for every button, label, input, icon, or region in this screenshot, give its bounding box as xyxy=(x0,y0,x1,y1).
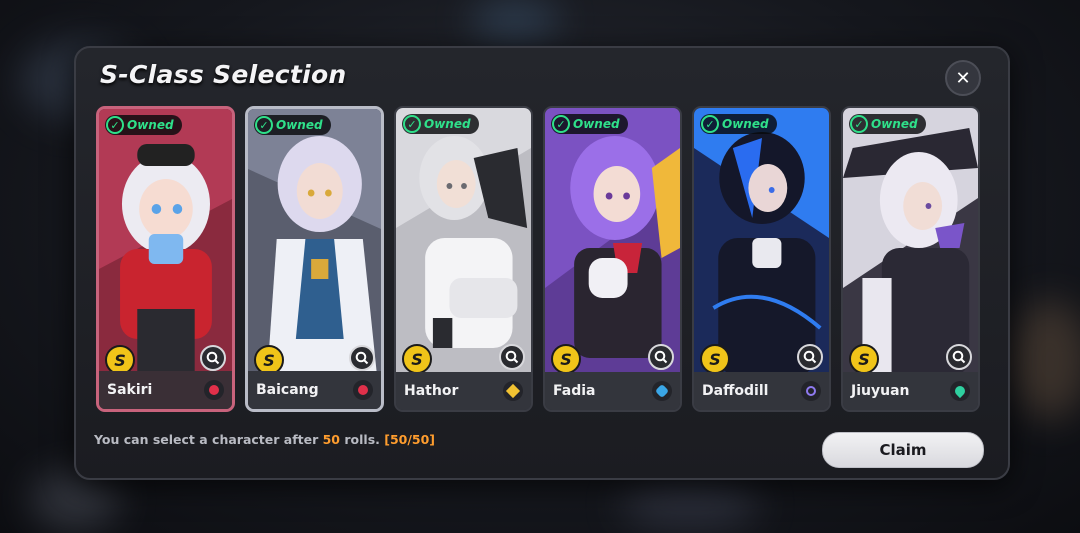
zoom-icon[interactable] xyxy=(648,344,674,370)
check-icon: ✓ xyxy=(850,115,868,133)
owned-label: Owned xyxy=(722,117,769,131)
owned-label: Owned xyxy=(424,117,471,131)
element-icon xyxy=(801,381,821,401)
selection-info-text: You can select a character after 50 roll… xyxy=(94,432,435,447)
s-rank-icon: S xyxy=(849,344,879,374)
roll-requirement: 50 xyxy=(322,432,341,447)
character-name: Daffodill xyxy=(702,383,769,399)
owned-badge: ✓ Owned xyxy=(849,114,926,134)
roll-progress: [50/50] xyxy=(384,432,436,447)
check-icon: ✓ xyxy=(255,116,273,134)
owned-badge: ✓ Owned xyxy=(105,115,182,135)
zoom-icon[interactable] xyxy=(797,344,823,370)
card-footer: Fadia xyxy=(545,372,680,410)
info-suffix: rolls. xyxy=(340,432,385,447)
zoom-icon[interactable] xyxy=(499,344,525,370)
card-footer: Baicang xyxy=(248,371,381,409)
character-name: Jiuyuan xyxy=(851,383,910,399)
check-icon: ✓ xyxy=(106,116,124,134)
owned-label: Owned xyxy=(127,118,174,132)
zoom-icon[interactable] xyxy=(349,345,375,371)
owned-label: Owned xyxy=(276,118,323,132)
s-rank-icon: S xyxy=(402,344,432,374)
s-rank-icon: S xyxy=(551,344,581,374)
zoom-icon[interactable] xyxy=(946,344,972,370)
character-portrait xyxy=(248,109,381,377)
close-icon: ✕ xyxy=(955,67,971,89)
character-name: Hathor xyxy=(404,383,459,399)
s-rank-icon: S xyxy=(700,344,730,374)
owned-label: Owned xyxy=(573,117,620,131)
character-portrait xyxy=(99,109,232,377)
check-icon: ✓ xyxy=(552,115,570,133)
card-footer: Daffodill xyxy=(694,372,829,410)
character-card-hathor[interactable]: ✓ Owned S Hathor xyxy=(394,106,533,412)
character-card-baicang[interactable]: ✓ Owned S Baicang xyxy=(245,106,384,412)
card-footer: Sakiri xyxy=(99,371,232,409)
card-footer: Hathor xyxy=(396,372,531,410)
info-prefix: You can select a character after xyxy=(94,432,323,447)
character-card-daffodill[interactable]: ✓ Owned S Daffodill xyxy=(692,106,831,412)
s-class-selection-dialog: S-Class Selection ✕ ✓ Owned S Sakiri ✓ O… xyxy=(74,46,1010,480)
element-icon xyxy=(204,380,224,400)
character-card-fadia[interactable]: ✓ Owned S Fadia xyxy=(543,106,682,412)
character-card-jiuyuan[interactable]: ✓ Owned S Jiuyuan xyxy=(841,106,980,412)
character-portrait xyxy=(396,108,531,376)
element-icon xyxy=(353,380,373,400)
close-button[interactable]: ✕ xyxy=(945,60,981,96)
character-name: Fadia xyxy=(553,383,596,399)
character-portrait xyxy=(843,108,978,376)
owned-label: Owned xyxy=(871,117,918,131)
owned-badge: ✓ Owned xyxy=(551,114,628,134)
character-portrait xyxy=(694,108,829,376)
claim-button[interactable]: Claim xyxy=(822,432,984,468)
check-icon: ✓ xyxy=(403,115,421,133)
character-name: Baicang xyxy=(256,382,319,398)
element-icon xyxy=(652,381,672,401)
dialog-title: S-Class Selection xyxy=(100,60,347,89)
owned-badge: ✓ Owned xyxy=(700,114,777,134)
check-icon: ✓ xyxy=(701,115,719,133)
owned-badge: ✓ Owned xyxy=(254,115,331,135)
element-icon xyxy=(950,381,970,401)
element-icon xyxy=(503,381,523,401)
zoom-icon[interactable] xyxy=(200,345,226,371)
card-footer: Jiuyuan xyxy=(843,372,978,410)
owned-badge: ✓ Owned xyxy=(402,114,479,134)
character-portrait xyxy=(545,108,680,376)
character-card-sakiri[interactable]: ✓ Owned S Sakiri xyxy=(96,106,235,412)
character-name: Sakiri xyxy=(107,382,153,398)
character-cards: ✓ Owned S Sakiri ✓ Owned S Baicang ✓ Own… xyxy=(96,106,980,412)
